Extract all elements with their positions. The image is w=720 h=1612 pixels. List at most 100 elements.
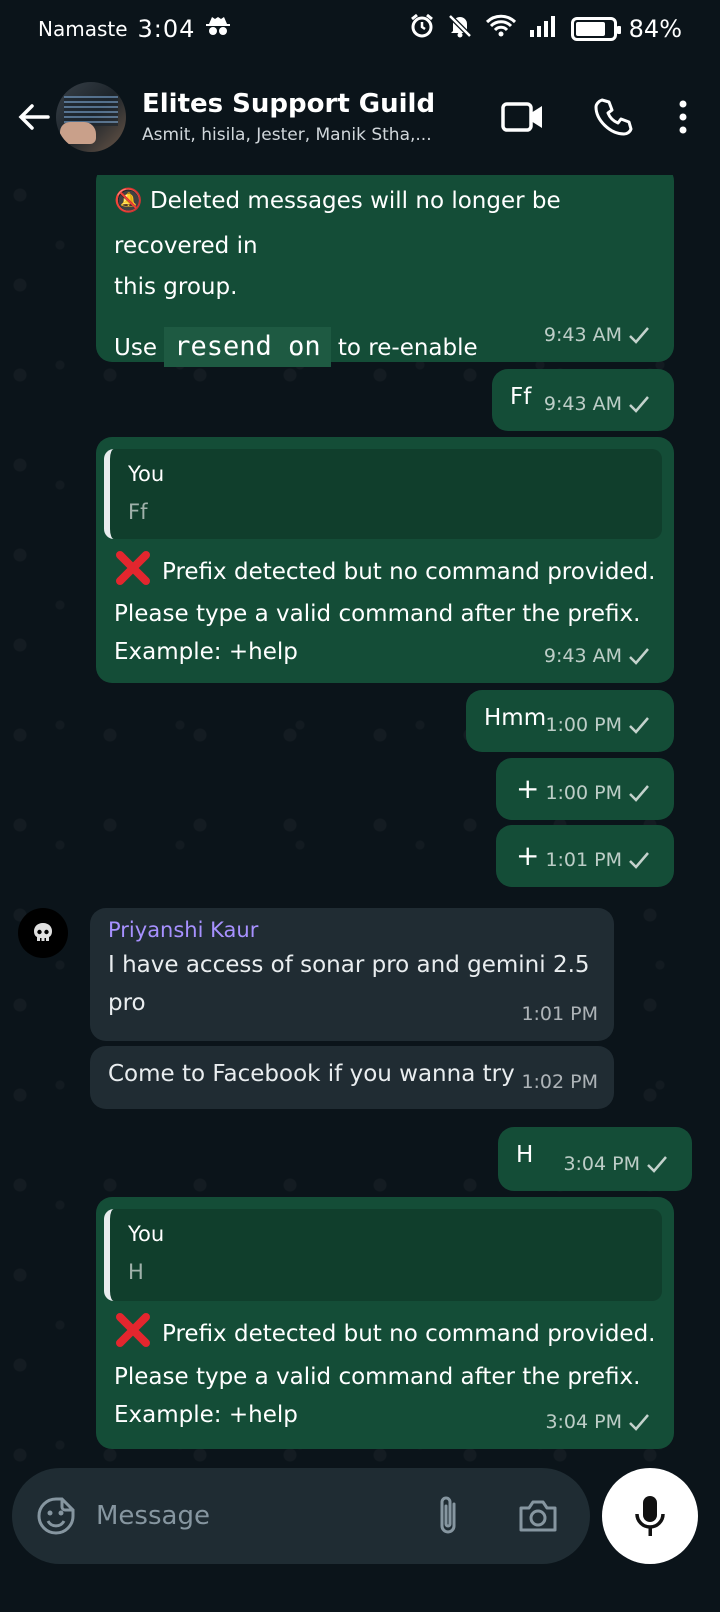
message-time: 9:43 AM	[543, 323, 622, 346]
message-bubble[interactable]: H 3:04 PM	[498, 1127, 692, 1191]
quoted-message[interactable]: You Ff	[104, 449, 662, 539]
message-text: +	[516, 839, 540, 872]
message-bubble[interactable]: Come to Facebook if you wanna try 1:02 P…	[90, 1046, 614, 1109]
cross-mark-icon	[116, 551, 150, 585]
message-text: 🔕 Deleted messages will no longer be rec…	[114, 179, 656, 269]
mute-icon	[447, 13, 473, 45]
message-bubble[interactable]: You Ff Prefix detected but no command pr…	[96, 437, 674, 683]
alarm-icon	[409, 13, 435, 45]
sent-check-icon	[629, 1414, 649, 1432]
message-text: +	[516, 772, 540, 805]
message-bubble[interactable]: Priyanshi Kaur I have access of sonar pr…	[90, 908, 614, 1041]
message-time: 1:01 PM	[521, 1002, 598, 1025]
signal-icon	[529, 14, 559, 44]
sent-check-icon	[629, 648, 649, 666]
message-meta: 3:04 PM	[563, 1146, 668, 1183]
header-actions	[478, 87, 720, 147]
group-avatar[interactable]	[56, 81, 126, 152]
battery-percent: 84%	[628, 15, 682, 43]
status-bar: Namaste 3:04 84%	[0, 0, 720, 58]
message-meta: 3:04 PM	[545, 1404, 650, 1441]
quote-text: H	[128, 1259, 144, 1284]
message-line: Please type a valid command after the pr…	[114, 1364, 641, 1390]
message-time: 3:04 PM	[545, 1410, 622, 1433]
sent-check-icon	[629, 717, 649, 735]
message-bubble[interactable]: Hmm 1:00 PM	[466, 690, 674, 752]
message-time: 1:02 PM	[521, 1070, 598, 1093]
mute-bell-emoji: 🔕	[114, 188, 143, 214]
message-text: H	[516, 1142, 534, 1168]
status-left: Namaste 3:04	[38, 15, 231, 43]
message-line: Deleted messages will no longer be recov…	[114, 188, 561, 259]
message-meta: 9:43 AM	[544, 317, 650, 354]
message-meta: 9:43 AM	[544, 638, 650, 675]
sender-avatar[interactable]	[18, 908, 68, 958]
carrier-label: Namaste	[38, 17, 128, 41]
message-bubble[interactable]: + 1:00 PM	[496, 758, 674, 820]
skull-icon	[34, 923, 52, 941]
back-arrow-icon[interactable]	[14, 97, 54, 137]
message-text: Prefix detected but no command provided.	[162, 1321, 656, 1347]
message-text: Prefix detected but no command provided.	[162, 559, 656, 585]
more-vert-icon[interactable]	[658, 87, 708, 147]
message-text: Come to Facebook if you wanna try	[108, 1061, 515, 1087]
inline-code: resend on	[164, 327, 331, 368]
sent-check-icon	[629, 327, 649, 345]
sender-name[interactable]: Priyanshi Kaur	[108, 916, 596, 945]
chat-area[interactable]: 🔕 Deleted messages will no longer be rec…	[0, 175, 720, 1512]
phone-icon[interactable]	[568, 87, 658, 147]
message-meta: 1:01 PM	[545, 842, 650, 879]
quote-text: Ff	[128, 499, 148, 524]
message-time: 3:04 PM	[563, 1152, 640, 1175]
message-bubble[interactable]: Ff 9:43 AM	[492, 369, 674, 431]
sent-check-icon	[647, 1156, 667, 1174]
sticker-icon[interactable]	[34, 1494, 78, 1538]
message-line: Please type a valid command after the pr…	[114, 601, 641, 627]
chat-header: Elites Support Guild Asmit, hisila, Jest…	[0, 58, 720, 175]
quoted-message[interactable]: You H	[104, 1209, 662, 1301]
message-time: 1:00 PM	[545, 781, 622, 804]
message-meta: 9:43 AM	[544, 386, 650, 423]
video-call-icon[interactable]	[478, 87, 568, 147]
message-time: 9:43 AM	[543, 392, 622, 415]
group-title: Elites Support Guild	[142, 88, 436, 119]
sent-check-icon	[629, 852, 649, 870]
message-line: Prefix detected but no command provided.	[114, 1311, 656, 1357]
message-text: Ff	[510, 384, 532, 410]
message-meta: 1:00 PM	[545, 775, 650, 812]
message-input[interactable]: Message	[96, 1501, 418, 1531]
message-composer: Message	[12, 1468, 590, 1564]
battery-icon	[570, 17, 621, 41]
message-time: 9:43 AM	[543, 644, 622, 667]
wifi-icon	[485, 14, 517, 44]
system-nav-area	[0, 1580, 720, 1612]
message-meta: 1:01 PM	[521, 996, 598, 1033]
mic-button[interactable]	[602, 1468, 698, 1564]
message-line: I have access of sonar pro and gemini 2.…	[108, 952, 590, 979]
message-time: 1:01 PM	[545, 848, 622, 871]
cross-mark-icon	[116, 1313, 150, 1347]
message-bubble[interactable]: + 1:01 PM	[496, 825, 674, 887]
group-info[interactable]: Elites Support Guild Asmit, hisila, Jest…	[142, 89, 442, 145]
sent-check-icon	[629, 785, 649, 803]
message-time: 1:00 PM	[545, 713, 622, 736]
attach-icon[interactable]	[418, 1486, 478, 1546]
group-members: Asmit, hisila, Jester, Manik Stha,...	[142, 124, 432, 145]
sent-check-icon	[629, 396, 649, 414]
message-bubble[interactable]: You H Prefix detected but no command pro…	[96, 1197, 674, 1449]
message-line: this group.	[114, 273, 238, 300]
spy-icon	[205, 15, 231, 43]
quote-author: You	[128, 1222, 165, 1246]
camera-icon[interactable]	[508, 1486, 568, 1546]
message-meta: 1:00 PM	[545, 707, 650, 744]
quote-author: You	[128, 462, 165, 486]
message-bubble[interactable]: 🔕 Deleted messages will no longer be rec…	[96, 175, 674, 368]
message-word: to re-enable	[337, 335, 478, 362]
status-right: 84%	[409, 13, 682, 45]
message-line: Prefix detected but no command provided.	[114, 549, 656, 594]
message-text: Hmm	[484, 705, 547, 731]
mic-icon	[635, 1496, 665, 1536]
clock: 3:04	[137, 15, 196, 43]
message-meta: 1:02 PM	[521, 1064, 598, 1101]
message-word: Use	[114, 335, 157, 362]
